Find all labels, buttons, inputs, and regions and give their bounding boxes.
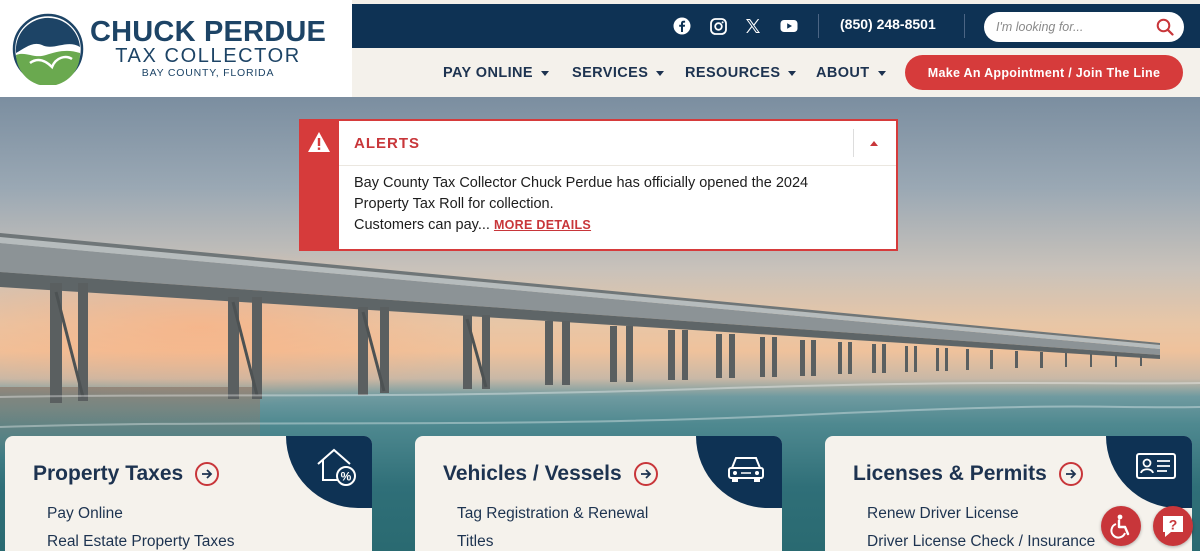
logo-mark-icon	[12, 13, 84, 85]
nav-services[interactable]: SERVICES	[572, 65, 665, 81]
house-percent-icon: %	[317, 448, 356, 486]
help-icon: ?	[1163, 516, 1183, 537]
collapse-alert-button[interactable]	[866, 137, 882, 149]
link-titles[interactable]: Titles	[457, 533, 493, 551]
alert-divider	[853, 129, 854, 157]
link-tag-registration[interactable]: Tag Registration & Renewal	[457, 505, 648, 523]
arrow-right-icon	[195, 462, 220, 486]
alert-line-3: Customers can pay... MORE DETAILS	[354, 217, 592, 233]
more-details-link[interactable]: MORE DETAILS	[494, 218, 591, 232]
topbar-divider	[964, 14, 965, 38]
card-vehicles-vessels: Vehicles / Vessels Tag Registration & Re…	[415, 436, 782, 551]
logo-title: CHUCK PERDUE	[90, 15, 327, 48]
nav-pay-online[interactable]: PAY ONLINE	[443, 65, 549, 81]
arrow-right-icon	[1058, 462, 1083, 486]
alert-sidebar	[301, 121, 339, 249]
alert-title: ALERTS	[354, 135, 420, 152]
nav-resources[interactable]: RESOURCES	[685, 65, 797, 81]
top-bar: (850) 248-8501	[352, 4, 1200, 48]
alert-header-line	[339, 165, 896, 166]
car-icon	[728, 457, 764, 482]
chevron-down-icon	[788, 70, 797, 76]
link-driver-license-check[interactable]: Driver License Check / Insurance	[867, 533, 1095, 551]
chevron-up-icon	[870, 140, 878, 146]
chevron-down-icon	[656, 70, 665, 76]
youtube-icon[interactable]	[779, 16, 799, 36]
phone-link[interactable]: (850) 248-8501	[840, 16, 936, 32]
warning-icon	[308, 132, 330, 152]
search-icon[interactable]	[1156, 18, 1174, 36]
accessibility-icon	[1110, 514, 1130, 539]
card-title-link[interactable]: Property Taxes	[33, 462, 220, 486]
accessibility-button[interactable]	[1101, 506, 1141, 546]
logo-subtitle: TAX COLLECTOR	[115, 44, 301, 67]
alert-line-1: Bay County Tax Collector Chuck Perdue ha…	[354, 175, 809, 191]
card-title-link[interactable]: Licenses & Permits	[853, 462, 1083, 486]
x-icon[interactable]	[743, 16, 763, 36]
nav-about[interactable]: ABOUT	[816, 65, 886, 81]
topbar-divider	[818, 14, 819, 38]
arrow-right-icon	[633, 462, 658, 486]
link-real-estate-taxes[interactable]: Real Estate Property Taxes	[47, 533, 235, 551]
chevron-down-icon	[877, 70, 886, 76]
chevron-down-icon	[540, 70, 549, 76]
search-input[interactable]	[996, 20, 1146, 34]
card-title-link[interactable]: Vehicles / Vessels	[443, 462, 658, 486]
link-renew-driver-license[interactable]: Renew Driver License	[867, 505, 1019, 523]
svg-text:?: ?	[1169, 517, 1178, 533]
link-pay-online[interactable]: Pay Online	[47, 505, 123, 523]
help-button[interactable]: ?	[1153, 506, 1193, 546]
alert-line-2: Property Tax Roll for collection.	[354, 196, 554, 212]
site-logo[interactable]: CHUCK PERDUE TAX COLLECTOR BAY COUNTY, F…	[0, 0, 352, 97]
svg-text:%: %	[341, 470, 352, 484]
alert-panel: ALERTS Bay County Tax Collector Chuck Pe…	[299, 119, 898, 251]
instagram-icon[interactable]	[708, 16, 728, 36]
card-property-taxes: % Property Taxes Pay Online Real Estate …	[5, 436, 372, 551]
main-nav: PAY ONLINE SERVICES RESOURCES ABOUT Make…	[352, 48, 1200, 97]
facebook-icon[interactable]	[672, 16, 692, 36]
alert-message: Bay County Tax Collector Chuck Perdue ha…	[354, 173, 834, 236]
search-box	[984, 12, 1184, 42]
appointment-button[interactable]: Make An Appointment / Join The Line	[905, 55, 1183, 90]
logo-county: BAY COUNTY, FLORIDA	[141, 66, 275, 79]
id-card-icon	[1136, 453, 1176, 479]
